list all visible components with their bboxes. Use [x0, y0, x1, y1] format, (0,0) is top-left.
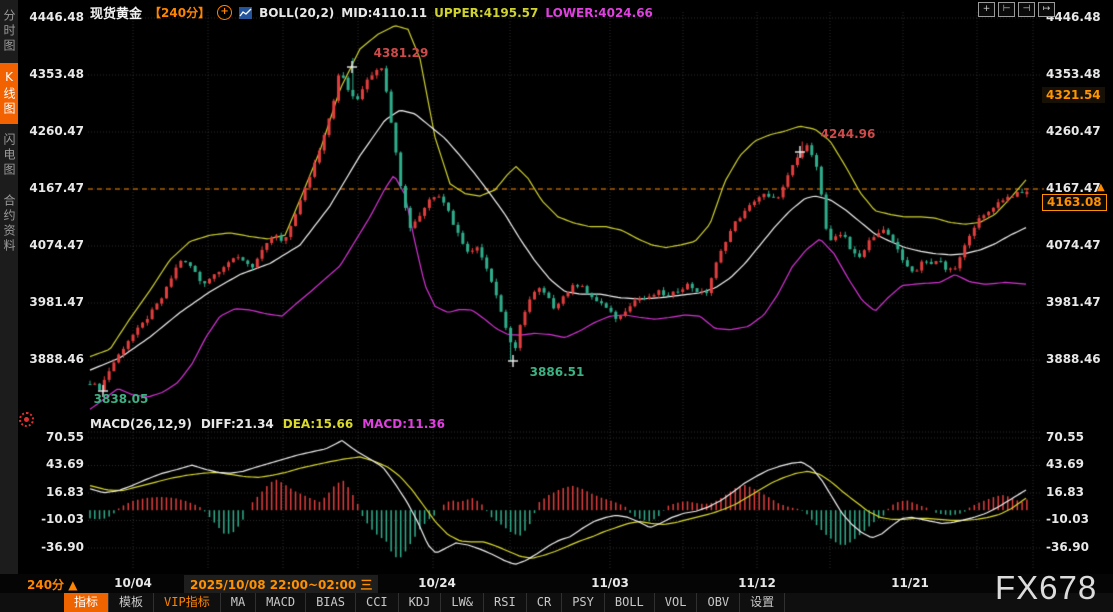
bar-datetime-info: 2025/10/08 22:00~02:00 三: [184, 575, 378, 594]
price-tick-left: 4446.48: [28, 10, 84, 24]
toolbar-button-VOL[interactable]: VOL: [655, 593, 698, 612]
toolbar-button-PSY[interactable]: PSY: [562, 593, 605, 612]
toolbar-button-BOLL[interactable]: BOLL: [605, 593, 655, 612]
shift-right-icon[interactable]: ↦: [1038, 2, 1055, 17]
boll-upper-value: UPPER:4195.57: [434, 6, 538, 20]
macd-tick-right: 43.69: [1046, 457, 1084, 471]
macd-tick-right: 70.55: [1046, 430, 1084, 444]
price-tick-left: 4260.47: [28, 124, 84, 138]
toolbar-button-指标[interactable]: 指标: [64, 593, 109, 612]
price-tick-left: 4353.48: [28, 67, 84, 81]
extreme-price-label: 3886.51: [530, 365, 585, 379]
add-indicator-icon[interactable]: +: [217, 5, 232, 20]
toolbar-button-RSI[interactable]: RSI: [484, 593, 527, 612]
last-price-badge: 4163.08: [1042, 194, 1107, 211]
price-tick-left: 4074.47: [28, 238, 84, 252]
macd-tick-left: -36.90: [28, 540, 84, 554]
sidebar-tab-分时图[interactable]: 分时图: [0, 2, 18, 61]
toolbar-button-设置[interactable]: 设置: [740, 593, 785, 612]
macd-dea-value: DEA:15.66: [283, 417, 353, 431]
date-label: 11/03: [591, 576, 629, 590]
macd-header: MACD(26,12,9) DIFF:21.34 DEA:15.66 MACD:…: [90, 417, 445, 431]
sidebar-tab-K线图[interactable]: K线图: [0, 63, 18, 124]
left-sidebar: 分时图 K线图闪电图合约资料: [0, 0, 18, 574]
date-label: 10/24: [418, 576, 456, 590]
toolbar-button-KDJ[interactable]: KDJ: [399, 593, 442, 612]
price-chart-canvas[interactable]: [0, 0, 1113, 574]
price-tick-right: 3888.46: [1046, 352, 1101, 366]
price-tick-left: 4167.47: [28, 181, 84, 195]
toolbar-button-VIP指标[interactable]: VIP指标: [154, 593, 221, 612]
crosshair-icon[interactable]: +: [978, 2, 995, 17]
price-tick-left: 3888.46: [28, 352, 84, 366]
date-label: 11/21: [891, 576, 929, 590]
chart-header: 现货黄金 【240分】 + BOLL(20,2) MID:4110.11 UPP…: [90, 3, 653, 22]
macd-title: MACD(26,12,9): [90, 417, 192, 431]
sidebar-tab-合约资料[interactable]: 合约资料: [0, 187, 18, 261]
macd-tick-right: -36.90: [1046, 540, 1089, 554]
toolbar-button-MA[interactable]: MA: [221, 593, 256, 612]
toolbar-button-模板[interactable]: 模板: [109, 593, 154, 612]
extreme-price-label: 4244.96: [821, 127, 876, 141]
upper-band-price-badge: 4321.54: [1042, 87, 1105, 103]
macd-tick-left: -10.03: [28, 512, 84, 526]
alert-flash-icon[interactable]: [19, 412, 34, 427]
watermark: FX678: [995, 569, 1107, 607]
price-tick-right: 4167.47: [1046, 181, 1101, 195]
boll-label: BOLL(20,2): [259, 6, 334, 20]
compress-left-icon[interactable]: ⊢: [998, 2, 1015, 17]
toolbar-button-BIAS[interactable]: BIAS: [306, 593, 356, 612]
compress-right-icon[interactable]: ⊣: [1018, 2, 1035, 17]
macd-tick-left: 16.83: [28, 485, 84, 499]
price-up-arrow-icon: ▲: [1097, 182, 1105, 193]
chart-app: 分时图 K线图闪电图合约资料 现货黄金 【240分】 + BOLL(20,2) M…: [0, 0, 1113, 612]
indicator-toolbar: 指标模板VIP指标MAMACDBIASCCIKDJLW&RSICRPSYBOLL…: [0, 593, 1113, 612]
symbol-name: 现货黄金: [90, 3, 142, 22]
macd-tick-right: -10.03: [1046, 512, 1089, 526]
macd-tick-left: 43.69: [28, 457, 84, 471]
price-tick-left: 3981.47: [28, 295, 84, 309]
boll-mid-value: MID:4110.11: [341, 6, 427, 20]
time-axis-row: 240分 ▲ 2025/10/08 22:00~02:00 三 10/04 10/…: [0, 574, 1113, 593]
macd-diff-value: DIFF:21.34: [201, 417, 274, 431]
period-tag[interactable]: 【240分】: [149, 4, 210, 21]
toolbar-button-CCI[interactable]: CCI: [356, 593, 399, 612]
window-tool-icons: +⊢⊣↦: [978, 2, 1055, 17]
date-label: 11/12: [738, 576, 776, 590]
toolbar-button-OBV[interactable]: OBV: [697, 593, 740, 612]
chart-icon: [239, 7, 252, 19]
sidebar-tab-闪电图[interactable]: 闪电图: [0, 126, 18, 185]
period-up-arrow-icon: ▲: [68, 578, 77, 592]
price-tick-right: 4074.47: [1046, 238, 1101, 252]
boll-lower-value: LOWER:4024.66: [545, 6, 653, 20]
macd-macd-value: MACD:11.36: [362, 417, 445, 431]
macd-tick-right: 16.83: [1046, 485, 1084, 499]
extreme-price-label: 3838.05: [94, 392, 149, 406]
period-selector[interactable]: 240分 ▲: [27, 576, 77, 593]
price-tick-right: 4260.47: [1046, 124, 1101, 138]
price-tick-right: 4353.48: [1046, 67, 1101, 81]
toolbar-button-LW&[interactable]: LW&: [441, 593, 484, 612]
macd-tick-left: 70.55: [28, 430, 84, 444]
toolbar-button-MACD[interactable]: MACD: [256, 593, 306, 612]
date-label: 10/04: [114, 576, 152, 590]
extreme-price-label: 4381.29: [374, 46, 429, 60]
toolbar-button-CR[interactable]: CR: [527, 593, 562, 612]
price-tick-right: 3981.47: [1046, 295, 1101, 309]
